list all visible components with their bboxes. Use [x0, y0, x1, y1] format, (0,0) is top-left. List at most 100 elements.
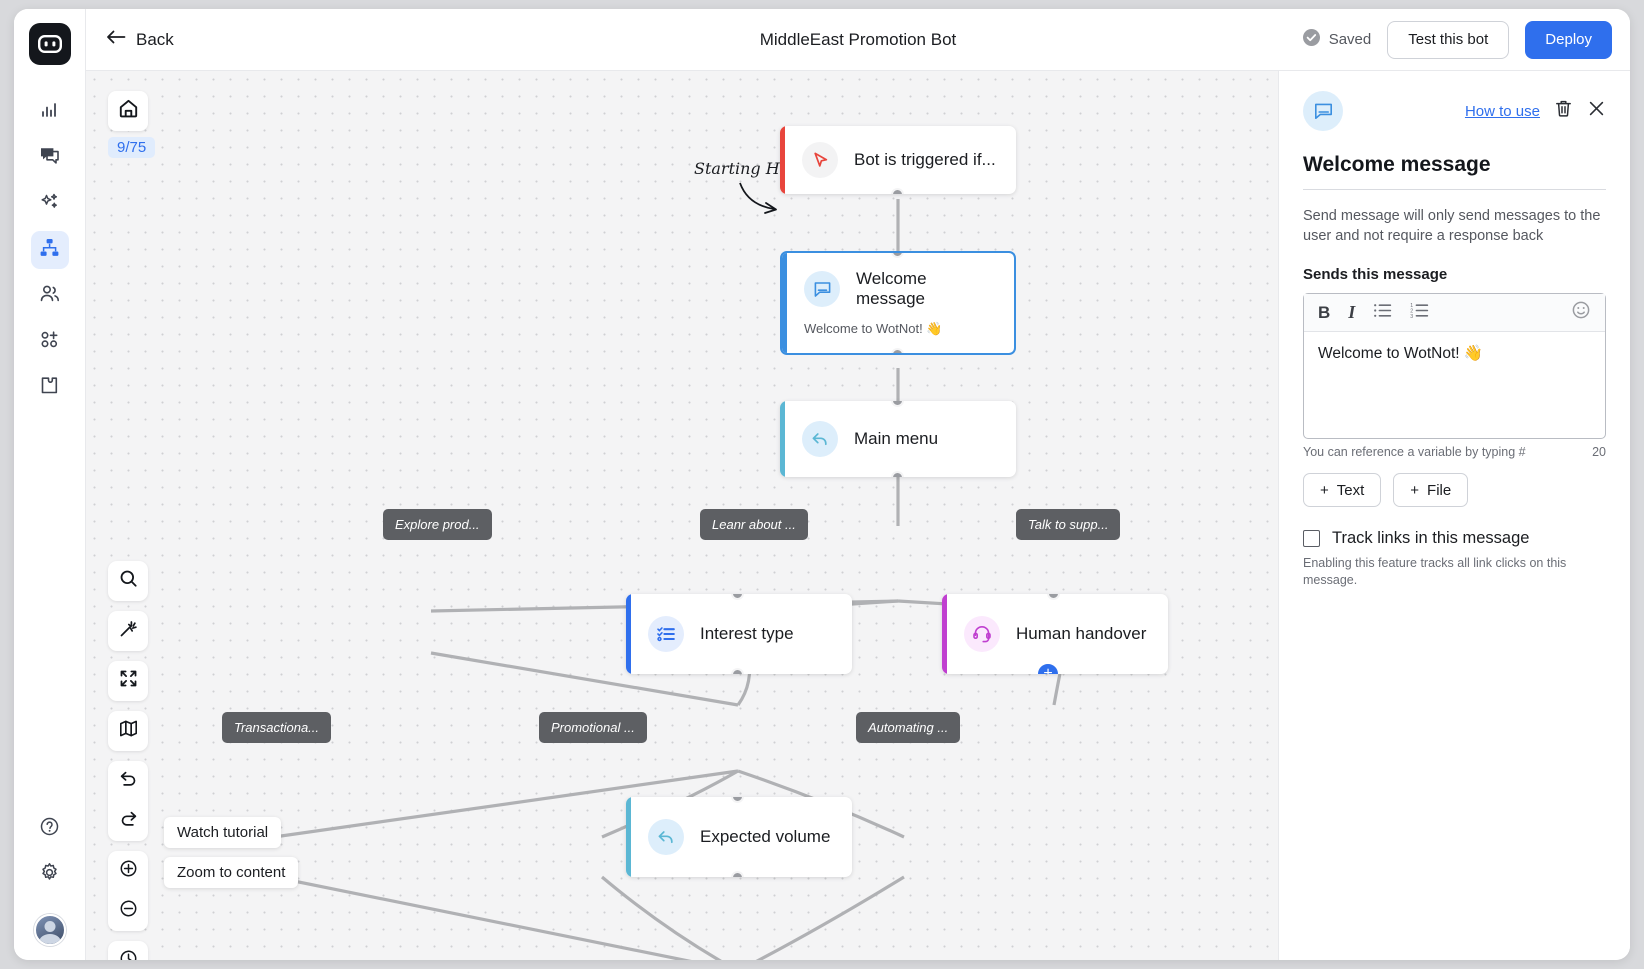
svg-text:3: 3 [1410, 313, 1413, 318]
node-header: Interest type [626, 594, 852, 674]
flow-canvas[interactable]: 9/75 Starting Here Bot is triggered if..… [86, 71, 1278, 960]
search-canvas-button[interactable] [108, 561, 148, 601]
node-header: Welcome message [782, 253, 1014, 325]
node-accent [782, 253, 787, 353]
chip-learn-about[interactable]: Leanr about ... [700, 509, 808, 540]
node-human-handover[interactable]: Human handover + [942, 594, 1168, 674]
node-output-port[interactable] [891, 348, 904, 353]
how-to-use-link[interactable]: How to use [1465, 103, 1540, 120]
main-area: Back MiddleEast Promotion Bot Saved Test… [86, 9, 1630, 960]
flow-builder-icon [39, 237, 60, 263]
minimap-button[interactable] [108, 711, 148, 751]
node-output-port[interactable] [891, 471, 904, 477]
check-circle-icon [1302, 28, 1321, 51]
fit-screen-button[interactable] [108, 661, 148, 701]
track-links-label: Track links in this message [1332, 529, 1530, 547]
back-button[interactable]: Back [106, 29, 174, 50]
close-icon[interactable] [1587, 99, 1606, 123]
avatar[interactable] [33, 914, 66, 946]
chip-promotional[interactable]: Promotional ... [539, 712, 647, 743]
add-file-button[interactable]: + File [1393, 473, 1469, 507]
node-output-port[interactable] [731, 668, 744, 674]
add-text-label: Text [1336, 481, 1365, 499]
node-welcome-message[interactable]: Welcome message Welcome to WotNot! 👋 [780, 251, 1016, 355]
numbered-list-icon[interactable]: 123 [1410, 302, 1429, 324]
sidebar-item-analytics[interactable] [31, 93, 69, 131]
track-links-row[interactable]: Track links in this message [1303, 529, 1606, 548]
canvas-home-button[interactable] [108, 91, 148, 131]
chip-automating[interactable]: Automating ... [856, 712, 961, 743]
undo-arrow-icon [119, 769, 138, 793]
italic-icon[interactable]: I [1348, 302, 1355, 323]
sidebar-item-plugins[interactable] [31, 369, 69, 407]
emoji-smiley-icon[interactable] [1571, 300, 1591, 325]
sidebar-item-help[interactable] [31, 810, 69, 848]
auto-arrange-button[interactable] [108, 611, 148, 651]
topbar-actions: Saved Test this bot Deploy [1302, 20, 1612, 59]
node-expected-volume[interactable]: Expected volume [626, 797, 852, 877]
app-window: Back MiddleEast Promotion Bot Saved Test… [14, 9, 1630, 960]
undo-button[interactable] [108, 761, 148, 801]
puzzle-piece-icon [39, 375, 60, 401]
reply-arrow-icon [648, 819, 684, 855]
topbar: Back MiddleEast Promotion Bot Saved Test… [86, 9, 1630, 71]
magic-wand-icon [119, 619, 138, 643]
variable-hint: You can reference a variable by typing # [1303, 445, 1526, 459]
add-file-label: File [1427, 481, 1452, 499]
sidebar-item-contacts[interactable] [31, 277, 69, 315]
expand-arrows-icon [119, 669, 138, 693]
node-output-port[interactable] [891, 188, 904, 194]
plus-icon: + [1410, 481, 1420, 499]
node-accent [942, 594, 947, 674]
node-header: Human handover [942, 594, 1168, 674]
arrow-left-icon [106, 29, 126, 50]
chip-explore-products[interactable]: Explore prod... [383, 509, 492, 540]
chip-talk-to-support[interactable]: Talk to supp... [1016, 509, 1121, 540]
track-links-checkbox[interactable] [1303, 530, 1320, 547]
node-output-port[interactable] [731, 871, 744, 877]
sidebar-item-bot-builder[interactable] [30, 231, 69, 269]
node-interest-type[interactable]: Interest type [626, 594, 852, 674]
message-editor[interactable]: B I 123 Welcome to WotNot! 👋 [1303, 293, 1606, 439]
sidebar-item-ai-studio[interactable] [31, 185, 69, 223]
message-icon [1303, 91, 1343, 131]
deploy-button[interactable]: Deploy [1525, 20, 1612, 59]
redo-button[interactable] [108, 801, 148, 841]
message-input[interactable]: Welcome to WotNot! 👋 [1304, 332, 1605, 438]
node-bot-trigger[interactable]: Bot is triggered if... [780, 126, 1016, 194]
zoom-in-button[interactable] [108, 851, 148, 891]
zoom-to-content-tooltip[interactable]: Zoom to content [164, 857, 299, 888]
node-accent [780, 126, 785, 194]
add-text-button[interactable]: + Text [1303, 473, 1382, 507]
search-icon [119, 569, 138, 593]
reply-arrow-icon [802, 421, 838, 457]
node-title: Bot is triggered if... [854, 150, 996, 169]
chip-transactional[interactable]: Transactiona... [222, 712, 332, 743]
add-block-row: + Text + File [1303, 473, 1606, 507]
version-history-button[interactable] [108, 941, 148, 960]
message-icon [804, 271, 840, 307]
sends-this-message-label: Sends this message [1303, 266, 1448, 283]
node-accent [626, 797, 631, 877]
node-title: Human handover [1016, 624, 1147, 643]
canvas-toolbar [108, 561, 148, 960]
node-accent [780, 401, 785, 477]
bold-icon[interactable]: B [1318, 303, 1330, 323]
watch-tutorial-tooltip[interactable]: Watch tutorial [164, 817, 282, 848]
sidebar-item-settings[interactable] [31, 856, 69, 894]
sidebar-item-conversations[interactable] [31, 139, 69, 177]
bullet-list-icon[interactable] [1373, 302, 1392, 324]
test-bot-button[interactable]: Test this bot [1387, 20, 1510, 59]
trash-icon[interactable] [1554, 99, 1573, 123]
node-accent [626, 594, 631, 674]
zoom-out-button[interactable] [108, 891, 148, 931]
bot-logo-icon[interactable] [28, 23, 71, 65]
sidebar-item-integrations[interactable] [31, 323, 69, 361]
help-circle-icon [39, 816, 60, 842]
saved-status: Saved [1302, 28, 1371, 51]
redo-arrow-icon [119, 809, 138, 833]
back-label: Back [136, 29, 174, 49]
node-main-menu[interactable]: Main menu [780, 401, 1016, 477]
users-icon [39, 283, 60, 309]
map-icon [119, 719, 138, 743]
